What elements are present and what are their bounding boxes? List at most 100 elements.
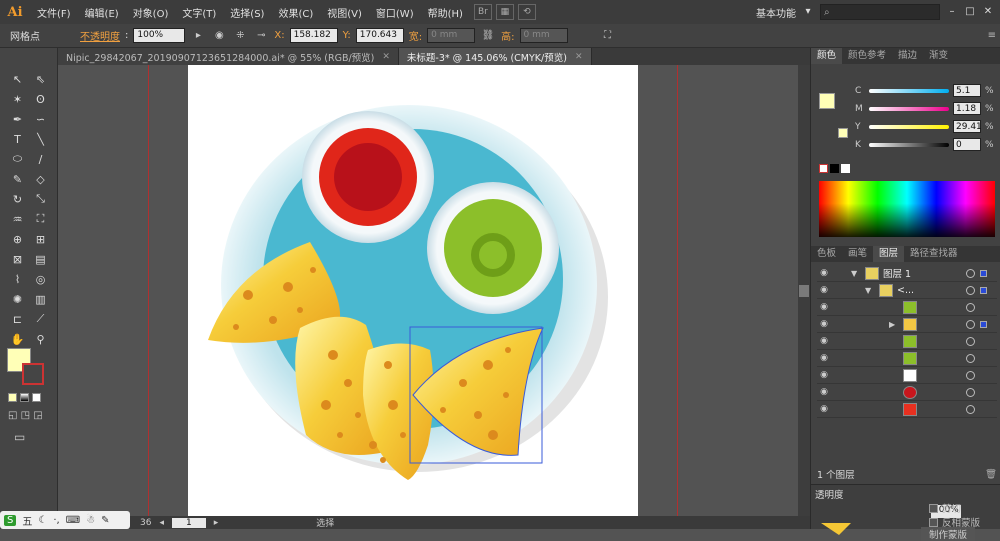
magic-wand-tool-icon[interactable]: ✶	[6, 90, 29, 108]
menu-effect[interactable]: 效果(C)	[271, 5, 320, 20]
y-input[interactable]: 170.643	[355, 28, 404, 43]
clip-checkbox[interactable]	[929, 503, 938, 513]
slice-tool-icon[interactable]: ⟋	[29, 310, 52, 328]
delete-layer-icon[interactable]: 🗑	[985, 469, 997, 480]
clip-option[interactable]: 剪切	[929, 501, 961, 515]
menu-type[interactable]: 文字(T)	[175, 5, 223, 20]
target-icon[interactable]	[966, 269, 975, 278]
visibility-eye-icon[interactable]: ◉	[817, 302, 831, 312]
artboard[interactable]	[188, 65, 638, 516]
gradient-tool-icon[interactable]: ▤	[29, 250, 52, 268]
maximize-icon[interactable]: □	[964, 6, 976, 18]
selection-indicator[interactable]	[980, 270, 987, 277]
target-icon[interactable]	[966, 286, 975, 295]
ime-mode-label[interactable]: 五	[22, 513, 32, 528]
menu-object[interactable]: 对象(O)	[126, 5, 176, 20]
mesh-tool-icon[interactable]: ⊠	[6, 250, 29, 268]
visibility-eye-icon[interactable]: ◉	[817, 353, 831, 363]
layer-name[interactable]: <...	[897, 285, 914, 296]
selection-indicator[interactable]	[980, 321, 987, 328]
blend-tool-icon[interactable]: ◎	[29, 270, 52, 288]
close-icon[interactable]: ✕	[382, 52, 390, 62]
menu-help[interactable]: 帮助(H)	[421, 5, 470, 20]
artboard-nav-icon[interactable]: ◂	[159, 518, 164, 528]
moon-icon[interactable]: ☾	[38, 515, 47, 526]
panel-fill-swatch[interactable]	[819, 93, 835, 109]
illustration[interactable]	[188, 65, 638, 516]
tab-stroke[interactable]: 描边	[892, 48, 923, 64]
cyan-slider[interactable]	[869, 88, 949, 93]
link-icon[interactable]: ⛓	[480, 28, 496, 44]
tab-document-2[interactable]: 未标题-3* @ 145.06% (CMYK/预览) ✕	[398, 48, 592, 65]
symbol-sprayer-tool-icon[interactable]: ✺	[6, 290, 29, 308]
layer-row[interactable]: ◉ ▼ <...	[817, 282, 997, 299]
visibility-eye-icon[interactable]: ◉	[817, 370, 831, 380]
menu-select[interactable]: 选择(S)	[223, 5, 271, 20]
gradient-mode-icon[interactable]	[20, 393, 29, 402]
target-icon[interactable]	[966, 337, 975, 346]
artboard-tool-icon[interactable]: ⊏	[6, 310, 29, 328]
yellow-input[interactable]: 29.41	[953, 120, 982, 133]
expand-toggle-icon[interactable]: ▼	[865, 286, 879, 295]
expand-toggle-icon[interactable]: ▼	[851, 269, 865, 278]
close-icon[interactable]: ✕	[575, 52, 583, 62]
invert-mask-checkbox[interactable]	[929, 517, 938, 527]
black-slider[interactable]	[869, 142, 949, 147]
recolor-icon[interactable]: ◉	[211, 28, 227, 44]
black-input[interactable]: 0	[953, 138, 981, 151]
rotate-tool-icon[interactable]: ↻	[6, 190, 29, 208]
visibility-eye-icon[interactable]: ◉	[817, 404, 831, 414]
color-spectrum[interactable]	[819, 181, 995, 237]
perspective-tool-icon[interactable]: ⊞	[29, 230, 52, 248]
layer-row[interactable]: ◉	[817, 384, 997, 401]
keyboard-icon[interactable]: ⌨	[66, 515, 80, 526]
expand-toggle-icon[interactable]: ▶	[889, 320, 903, 329]
menu-file[interactable]: 文件(F)	[30, 5, 78, 20]
target-icon[interactable]	[966, 388, 975, 397]
menu-view[interactable]: 视图(V)	[320, 5, 369, 20]
pencil-tool-icon[interactable]: ✎	[6, 170, 29, 188]
tab-color[interactable]: 颜色	[811, 48, 843, 64]
direct-selection-tool-icon[interactable]: ⇖	[29, 70, 52, 88]
visibility-eye-icon[interactable]: ◉	[817, 319, 831, 329]
close-icon[interactable]: ✕	[982, 6, 994, 18]
brush-tool-icon[interactable]: ∕	[29, 150, 52, 168]
transform-panel-icon[interactable]: ⛶	[600, 28, 616, 44]
zoom-tool-icon[interactable]: ⚲	[29, 330, 52, 348]
eyedropper-tool-icon[interactable]: ⌇	[6, 270, 29, 288]
chevron-down-icon[interactable]: ▾	[802, 6, 814, 18]
tab-transparency[interactable]: 透明度	[815, 487, 844, 501]
layer-row[interactable]: ◉ ▼ 图层 1	[817, 265, 997, 282]
tab-document-1[interactable]: Nipic_29842067_20190907123651284000.ai* …	[58, 48, 399, 65]
layer-row[interactable]: ◉	[817, 401, 997, 418]
eraser-tool-icon[interactable]: ◇	[29, 170, 52, 188]
tab-brushes[interactable]: 画笔	[842, 246, 873, 262]
curvature-tool-icon[interactable]: ∽	[29, 110, 52, 128]
search-input[interactable]: ⌕	[820, 4, 940, 20]
hand-tool-icon[interactable]: ✋	[6, 330, 29, 348]
workspace-switcher[interactable]: 基本功能	[756, 5, 796, 20]
stroke-color-swatch[interactable]	[22, 363, 44, 385]
height-input[interactable]: 0 mm	[519, 28, 568, 43]
target-icon[interactable]	[966, 354, 975, 363]
black-swatch[interactable]	[830, 164, 839, 173]
green-sauce[interactable]	[444, 199, 542, 297]
ime-toolbar[interactable]: S 五 ☾ ·, ⌨ ☃ ✎	[0, 511, 130, 529]
visibility-eye-icon[interactable]: ◉	[817, 268, 831, 278]
white-swatch[interactable]	[841, 164, 850, 173]
type-tool-icon[interactable]: T	[6, 130, 29, 148]
arrange-documents-icon[interactable]: ▦	[495, 4, 514, 20]
artboard-next-icon[interactable]: ▸	[214, 518, 219, 528]
opacity-input[interactable]: 100%	[133, 28, 186, 43]
layer-row[interactable]: ◉	[817, 299, 997, 316]
layer-row[interactable]: ◉	[817, 350, 997, 367]
screen-mode-icon[interactable]: ▭	[14, 430, 25, 444]
out-of-gamut-swatch[interactable]	[838, 128, 848, 138]
color-mode-icon[interactable]	[8, 393, 17, 402]
target-icon[interactable]	[966, 320, 975, 329]
bridge-icon[interactable]: Br	[473, 4, 492, 20]
tools-icon[interactable]: ✎	[101, 515, 109, 526]
scrollbar-thumb[interactable]	[799, 285, 809, 297]
invert-mask-option[interactable]: 反相蒙版	[929, 515, 980, 529]
target-icon[interactable]	[966, 371, 975, 380]
